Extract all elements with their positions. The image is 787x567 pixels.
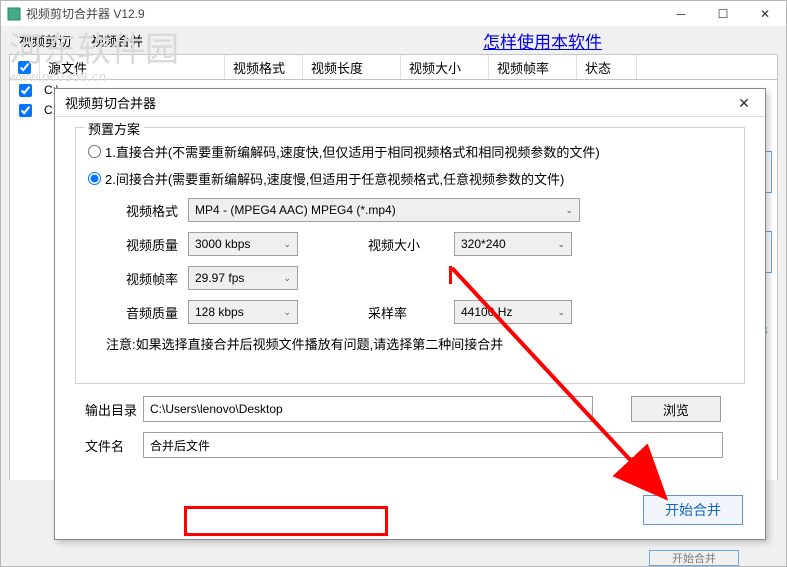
- col-source: 源文件: [40, 55, 225, 79]
- bottom-start-merge-button[interactable]: 开始合并: [649, 550, 739, 566]
- chevron-down-icon: ⌄: [283, 273, 291, 284]
- dialog-titlebar: 视频剪切合并器 ✕: [55, 89, 765, 117]
- audio-quality-select[interactable]: 128 kbps ⌄: [188, 300, 298, 324]
- radio-direct-merge[interactable]: 1.直接合并(不需要重新编解码,速度快,但仅适用于相同视频格式和相同视频参数的文…: [88, 142, 732, 161]
- app-icon: [7, 7, 21, 21]
- menubar: 视频剪切 视频合并 怎样使用本软件: [1, 26, 786, 54]
- maximize-button[interactable]: ☐: [702, 1, 744, 26]
- main-titlebar: 视频剪切合并器 V12.9 ─ ☐ ✕: [1, 1, 786, 26]
- merge-note: 注意:如果选择直接合并后视频文件播放有问题,请选择第二种间接合并: [106, 334, 732, 353]
- dialog-body: 预置方案 1.直接合并(不需要重新编解码,速度快,但仅适用于相同视频格式和相同视…: [55, 117, 765, 478]
- sample-rate-select[interactable]: 44100 Hz ⌄: [454, 300, 572, 324]
- video-fps-select[interactable]: 29.97 fps ⌄: [188, 266, 298, 290]
- col-checkbox[interactable]: [10, 55, 40, 79]
- filename-input[interactable]: 合并后文件: [143, 432, 723, 458]
- video-size-label: 视频大小: [348, 235, 428, 254]
- chevron-down-icon: ⌄: [565, 205, 573, 216]
- video-format-select[interactable]: MP4 - (MPEG4 AAC) MPEG4 (*.mp4) ⌄: [188, 198, 580, 222]
- menu-video-cut[interactable]: 视频剪切: [9, 27, 81, 54]
- merge-dialog: 视频剪切合并器 ✕ 预置方案 1.直接合并(不需要重新编解码,速度快,但仅适用于…: [54, 88, 766, 540]
- minimize-button[interactable]: ─: [660, 1, 702, 26]
- radio-indirect-input[interactable]: [88, 172, 101, 185]
- col-status: 状态: [577, 55, 637, 79]
- row-checkbox[interactable]: [19, 84, 32, 97]
- audio-quality-label: 音频质量: [88, 303, 188, 322]
- chevron-down-icon: ⌄: [283, 307, 291, 318]
- video-fps-label: 视频帧率: [88, 269, 188, 288]
- radio-indirect-merge[interactable]: 2.间接合并(需要重新编解码,速度慢,但适用于任意视频格式,任意视频参数的文件): [88, 169, 732, 188]
- filename-label: 文件名: [75, 436, 143, 455]
- radio-direct-input[interactable]: [88, 145, 101, 158]
- video-quality-select[interactable]: 3000 kbps ⌄: [188, 232, 298, 256]
- chevron-down-icon: ⌄: [557, 307, 565, 318]
- video-quality-label: 视频质量: [88, 235, 188, 254]
- col-size: 视频大小: [401, 55, 489, 79]
- chevron-down-icon: ⌄: [557, 239, 565, 250]
- preset-fieldset: 预置方案 1.直接合并(不需要重新编解码,速度快,但仅适用于相同视频格式和相同视…: [75, 127, 745, 384]
- dialog-title: 视频剪切合并器: [65, 93, 156, 112]
- col-length: 视频长度: [303, 55, 401, 79]
- start-merge-button[interactable]: 开始合并: [643, 495, 743, 525]
- close-button[interactable]: ✕: [744, 1, 786, 26]
- annotation-red-tick: [449, 266, 452, 284]
- video-size-select[interactable]: 320*240 ⌄: [454, 232, 572, 256]
- output-dir-label: 输出目录: [75, 400, 143, 419]
- sample-rate-label: 采样率: [348, 303, 428, 322]
- col-format: 视频格式: [225, 55, 303, 79]
- help-link[interactable]: 怎样使用本软件: [483, 28, 602, 53]
- window-title: 视频剪切合并器 V12.9: [26, 5, 145, 22]
- radio-direct-label: 1.直接合并(不需要重新编解码,速度快,但仅适用于相同视频格式和相同视频参数的文…: [105, 142, 600, 161]
- window-controls: ─ ☐ ✕: [660, 1, 786, 26]
- menu-video-merge[interactable]: 视频合并: [81, 27, 153, 54]
- output-dir-input[interactable]: C:\Users\lenovo\Desktop: [143, 396, 593, 422]
- radio-indirect-label: 2.间接合并(需要重新编解码,速度慢,但适用于任意视频格式,任意视频参数的文件): [105, 169, 564, 188]
- file-table-header: 源文件 视频格式 视频长度 视频大小 视频帧率 状态: [9, 54, 778, 80]
- browse-button[interactable]: 浏览: [631, 396, 721, 422]
- row-checkbox[interactable]: [19, 104, 32, 117]
- dialog-close-button[interactable]: ✕: [729, 93, 759, 113]
- video-format-label: 视频格式: [88, 201, 188, 220]
- col-fps: 视频帧率: [489, 55, 577, 79]
- chevron-down-icon: ⌄: [283, 239, 291, 250]
- fieldset-label: 预置方案: [84, 119, 144, 138]
